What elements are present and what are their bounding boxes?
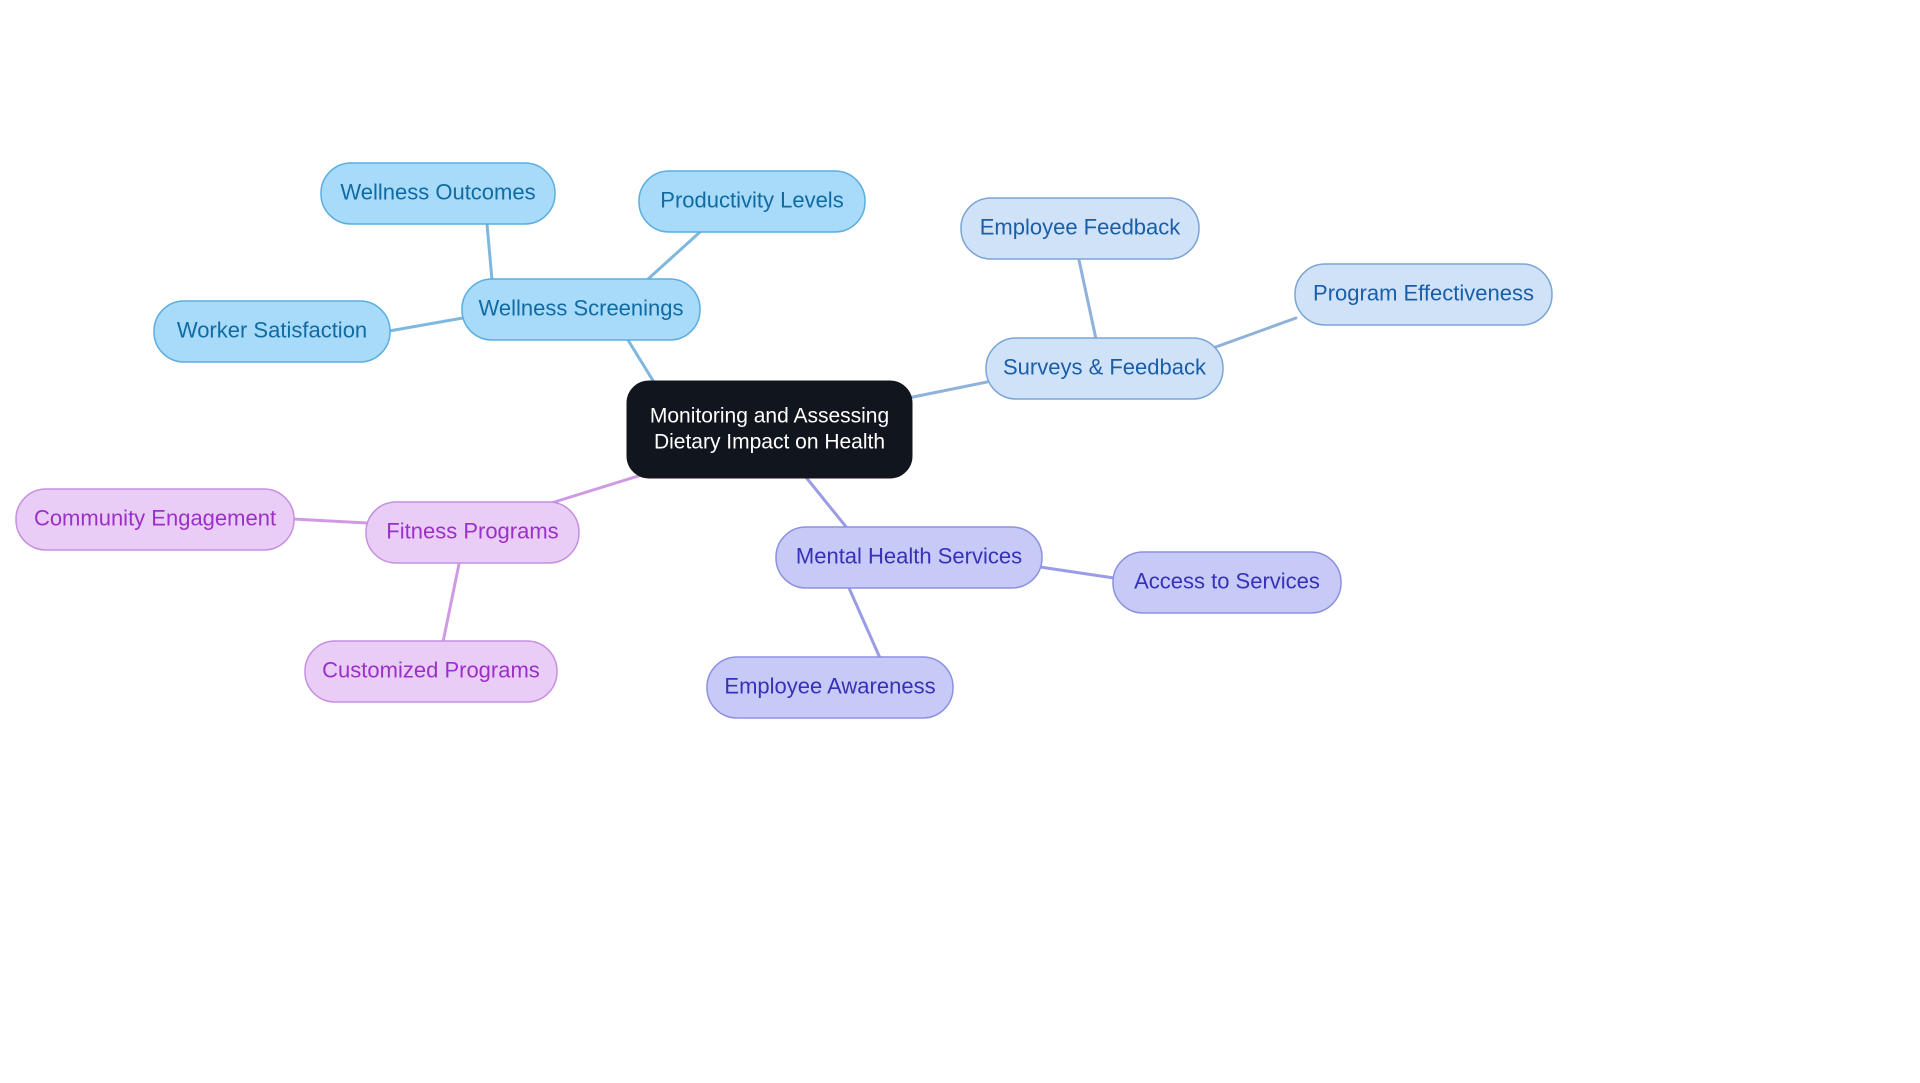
mindmap-node-program-effectiveness[interactable]: Program Effectiveness (1294, 263, 1553, 326)
node-label-line: Employee Awareness (724, 673, 935, 698)
nodes-layer: Monitoring and Assessing Dietary Impact o… (15, 162, 1553, 719)
node-label-community-engagement: Community Engagement (34, 505, 276, 530)
node-label-line: Mental Health Services (796, 543, 1022, 568)
node-label-line: Access to Services (1134, 568, 1320, 593)
mindmap-edge-root-to-fitness-programs (546, 471, 650, 506)
mindmap-edge-surveys-feedback-to-program-effectiveness (1211, 316, 1298, 350)
mindmap-node-employee-feedback[interactable]: Employee Feedback (960, 197, 1200, 260)
mindmap-node-wellness-outcomes[interactable]: Wellness Outcomes (320, 162, 556, 225)
mindmap-node-productivity-levels[interactable]: Productivity Levels (638, 170, 866, 233)
mindmap-node-customized-programs[interactable]: Customized Programs (304, 640, 558, 703)
node-label-line: Monitoring and Assessing (650, 404, 889, 427)
mindmap-node-fitness-programs[interactable]: Fitness Programs (365, 501, 580, 564)
node-label-line: Wellness Screenings (478, 295, 683, 320)
node-label-line: Fitness Programs (386, 518, 558, 543)
mindmap-edge-root-to-surveys-feedback (906, 380, 989, 400)
node-label-line: Worker Satisfaction (177, 317, 367, 342)
mindmap-edge-wellness-screenings-to-productivity-levels (645, 230, 702, 282)
node-label-line: Wellness Outcomes (340, 179, 535, 204)
node-label-wellness-screenings: Wellness Screenings (478, 295, 683, 320)
node-label-wellness-outcomes: Wellness Outcomes (340, 179, 535, 204)
node-label-access-to-services: Access to Services (1134, 568, 1320, 593)
mindmap-edge-root-to-mental-health-services (803, 474, 849, 530)
mindmap-node-employee-awareness[interactable]: Employee Awareness (706, 656, 954, 719)
mindmap-node-worker-satisfaction[interactable]: Worker Satisfaction (153, 300, 391, 363)
node-label-program-effectiveness: Program Effectiveness (1313, 280, 1534, 305)
node-label-line: Community Engagement (34, 505, 276, 530)
mindmap-edge-wellness-screenings-to-worker-satisfaction (387, 316, 465, 333)
mindmap-edge-fitness-programs-to-customized-programs (441, 562, 461, 644)
mindmap-node-access-to-services[interactable]: Access to Services (1112, 551, 1342, 614)
mindmap-node-root[interactable]: Monitoring and Assessing Dietary Impact o… (626, 380, 913, 479)
mindmap-svg: Monitoring and Assessing Dietary Impact o… (15, 162, 1553, 719)
node-label-surveys-feedback: Surveys & Feedback (1003, 354, 1207, 379)
node-label-mental-health-services: Mental Health Services (796, 543, 1022, 568)
mindmap-edge-mental-health-services-to-employee-awareness (847, 586, 882, 660)
mindmap-edge-mental-health-services-to-access-to-services (1038, 565, 1116, 580)
mindmap-node-wellness-screenings[interactable]: Wellness Screenings (461, 278, 701, 341)
mindmap-edge-surveys-feedback-to-employee-feedback (1077, 258, 1098, 341)
node-label-customized-programs: Customized Programs (322, 657, 540, 682)
node-label-line: Productivity Levels (660, 187, 843, 212)
node-label-worker-satisfaction: Worker Satisfaction (177, 317, 367, 342)
mindmap-node-mental-health-services[interactable]: Mental Health Services (775, 526, 1043, 589)
mindmap-node-community-engagement[interactable]: Community Engagement (15, 488, 295, 551)
node-label-fitness-programs: Fitness Programs (386, 518, 558, 543)
mindmap-edge-wellness-screenings-to-wellness-outcomes (485, 222, 494, 282)
mindmap-edge-fitness-programs-to-community-engagement (291, 517, 369, 525)
node-label-employee-awareness: Employee Awareness (724, 673, 935, 698)
mindmap-canvas: Monitoring and Assessing Dietary Impact o… (0, 0, 1920, 1083)
node-label-line: Employee Feedback (980, 214, 1182, 239)
node-label-productivity-levels: Productivity Levels (660, 187, 843, 212)
node-label-line: Customized Programs (322, 657, 540, 682)
node-label-line: Surveys & Feedback (1003, 354, 1207, 379)
node-label-line: Dietary Impact on Health (654, 430, 885, 453)
mindmap-node-surveys-feedback[interactable]: Surveys & Feedback (985, 337, 1224, 400)
node-label-line: Program Effectiveness (1313, 280, 1534, 305)
node-label-employee-feedback: Employee Feedback (980, 214, 1182, 239)
